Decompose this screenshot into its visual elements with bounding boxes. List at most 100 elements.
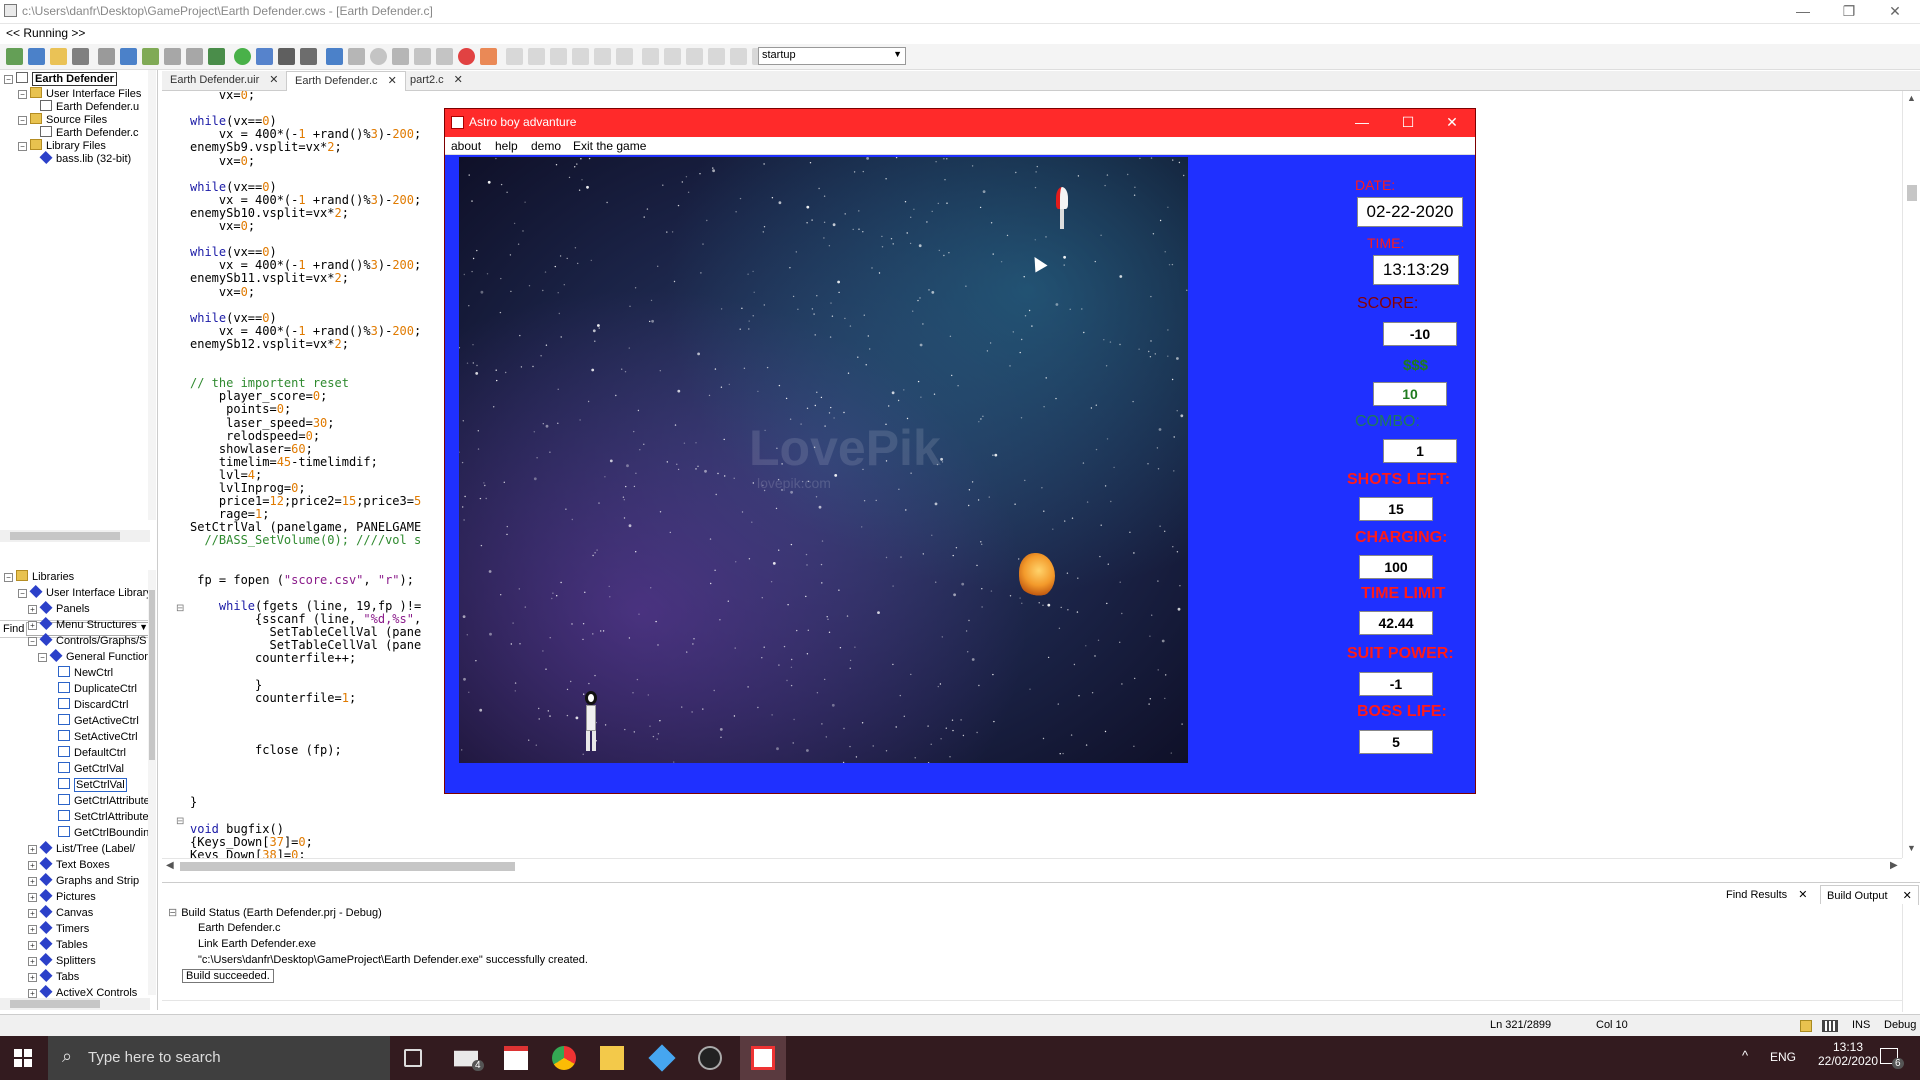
collapse-icon[interactable]: −	[18, 90, 27, 99]
debug-icon[interactable]	[256, 48, 273, 65]
memory-icon[interactable]	[528, 48, 545, 65]
library-item-pictures[interactable]: + Pictures	[28, 888, 96, 905]
close-button[interactable]: ✕	[1872, 0, 1918, 24]
library-item-controls-graphs-s[interactable]: − Controls/Graphs/S	[28, 632, 146, 649]
active-app-highlight[interactable]	[740, 1036, 786, 1080]
scroll-thumb[interactable]	[10, 532, 120, 540]
library-item-libraries[interactable]: − Libraries	[4, 570, 74, 585]
tab-build-output[interactable]: Build Output ✕	[1820, 885, 1919, 905]
expand-icon[interactable]: +	[28, 973, 37, 982]
scroll-right-icon[interactable]: ▶	[1890, 860, 1898, 871]
paste-icon[interactable]	[142, 48, 159, 65]
undo-icon[interactable]	[164, 48, 181, 65]
library-item-general-function[interactable]: − General Function	[38, 648, 150, 665]
minimize-button[interactable]: —	[1780, 0, 1826, 24]
editor-vertical-scrollbar[interactable]: ▲ ▼	[1902, 91, 1920, 858]
expand-icon[interactable]: +	[28, 925, 37, 934]
obs-icon[interactable]	[698, 1046, 722, 1070]
new-file-icon[interactable]	[28, 48, 45, 65]
scroll-left-icon[interactable]: ◀	[166, 860, 174, 871]
library-horizontal-scrollbar[interactable]	[0, 998, 150, 1010]
game-canvas[interactable]: LovePik lovepik.com	[459, 157, 1188, 763]
library-item-graphs-and-strip[interactable]: + Graphs and Strip	[28, 872, 139, 889]
task-view-icon[interactable]	[404, 1049, 422, 1067]
library-item-discardctrl[interactable]: DiscardCtrl	[58, 698, 128, 713]
scroll-thumb[interactable]	[180, 862, 515, 871]
output-vertical-scrollbar[interactable]	[1902, 904, 1920, 1012]
build-status-row[interactable]: ⊟ Build Status (Earth Defender.prj - Debu…	[168, 906, 382, 919]
collapse-icon[interactable]: −	[18, 116, 27, 125]
expand-icon[interactable]: +	[28, 845, 37, 854]
run-icon[interactable]	[234, 48, 251, 65]
tool5-icon[interactable]	[686, 48, 703, 65]
close-icon[interactable]: ✕	[454, 74, 463, 86]
expand-icon[interactable]: +	[28, 877, 37, 886]
library-item-defaultctrl[interactable]: DefaultCtrl	[58, 746, 126, 761]
language-indicator[interactable]: ENG	[1770, 1050, 1796, 1064]
expand-icon[interactable]: +	[28, 957, 37, 966]
new-project-icon[interactable]	[6, 48, 23, 65]
expand-icon[interactable]: +	[28, 893, 37, 902]
library-item-getctrlval[interactable]: GetCtrlVal	[58, 762, 124, 777]
library-item-setctrlval[interactable]: SetCtrlVal	[58, 778, 127, 793]
game-maximize-button[interactable]: ☐	[1385, 111, 1431, 135]
cut-icon[interactable]	[98, 48, 115, 65]
tool3-icon[interactable]	[642, 48, 659, 65]
step-into-icon[interactable]	[414, 48, 431, 65]
expand-icon[interactable]: +	[28, 861, 37, 870]
expand-icon[interactable]: −	[18, 589, 27, 598]
game-minimize-button[interactable]: —	[1339, 111, 1385, 135]
library-item-setactivectrl[interactable]: SetActiveCtrl	[58, 730, 138, 745]
library-item-getactivectrl[interactable]: GetActiveCtrl	[58, 714, 139, 729]
expand-icon[interactable]: −	[4, 573, 13, 582]
tree-item-bass-lib-32-bit[interactable]: bass.lib (32-bit)	[39, 150, 131, 167]
library-item-menu-structures[interactable]: + Menu Structures	[28, 616, 137, 633]
fold-marker-icon[interactable]: ⊟	[176, 603, 184, 614]
expand-icon[interactable]: −	[28, 637, 37, 646]
library-item-tables[interactable]: + Tables	[28, 936, 88, 953]
menu-demo[interactable]: demo	[531, 139, 561, 153]
taskbar-search-box[interactable]: ⌕ Type here to search	[48, 1036, 390, 1080]
stop-icon[interactable]	[370, 48, 387, 65]
scroll-down-icon[interactable]: ▼	[1907, 843, 1916, 853]
step-icon[interactable]	[392, 48, 409, 65]
replace-icon[interactable]	[300, 48, 317, 65]
terminate-icon[interactable]	[572, 48, 589, 65]
go-icon[interactable]	[348, 48, 365, 65]
clock[interactable]: 13:13 22/02/2020	[1808, 1040, 1888, 1068]
chevron-up-icon[interactable]: ^	[1742, 1048, 1748, 1063]
library-item-duplicatectrl[interactable]: DuplicateCtrl	[58, 682, 137, 697]
break-icon[interactable]	[550, 48, 567, 65]
library-item-newctrl[interactable]: NewCtrl	[58, 666, 113, 681]
expand-icon[interactable]: +	[28, 621, 37, 630]
library-item-setctrlattribute[interactable]: SetCtrlAttribute	[58, 810, 149, 825]
chrome-icon[interactable]	[552, 1046, 576, 1070]
scroll-thumb[interactable]	[149, 590, 155, 760]
library-item-getctrlboundin[interactable]: GetCtrlBoundin	[58, 826, 149, 841]
library-item-timers[interactable]: + Timers	[28, 920, 89, 937]
menu-exit-game[interactable]: Exit the game	[573, 139, 646, 153]
expand-icon[interactable]: −	[38, 653, 47, 662]
library-item-user-interface-library[interactable]: − User Interface Library	[18, 584, 152, 601]
scroll-thumb[interactable]	[10, 1000, 100, 1008]
collapse-icon[interactable]: −	[4, 75, 13, 84]
find-icon[interactable]	[278, 48, 295, 65]
bookmark-icon[interactable]	[326, 48, 343, 65]
menu-help[interactable]: help	[495, 139, 518, 153]
scroll-thumb[interactable]	[1907, 185, 1917, 201]
close-icon[interactable]: ✕	[1903, 890, 1912, 902]
ide-icon[interactable]	[648, 1044, 676, 1072]
maximize-button[interactable]: ❐	[1826, 0, 1872, 24]
variables-icon[interactable]	[506, 48, 523, 65]
redo-icon[interactable]	[186, 48, 203, 65]
step-out-icon[interactable]	[436, 48, 453, 65]
expand-icon[interactable]: +	[28, 989, 37, 998]
watch-icon[interactable]	[480, 48, 497, 65]
collapse-icon[interactable]: ⊟	[168, 907, 177, 919]
tab-part2-c[interactable]: part2.c ✕	[402, 71, 471, 91]
configuration-select[interactable]: startup ▼	[758, 47, 906, 65]
library-item-canvas[interactable]: + Canvas	[28, 904, 93, 921]
close-icon[interactable]: ✕	[269, 74, 278, 86]
library-item-splitters[interactable]: + Splitters	[28, 952, 96, 969]
tree-root-earth-defender[interactable]: − Earth Defender	[4, 72, 117, 87]
